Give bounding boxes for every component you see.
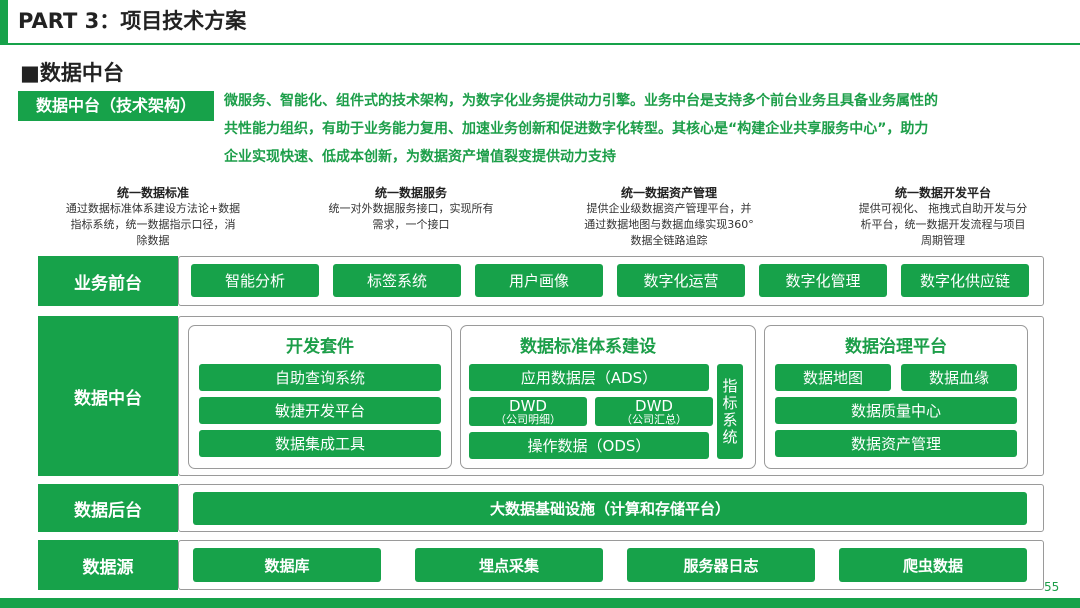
feature-text: 提供企业级数据资产管理平台，并 [586, 202, 752, 215]
standards-ods[interactable]: 操作数据（ODS） [469, 432, 709, 459]
layer-label-back: 数据后台 [38, 484, 178, 532]
front-item-user-profile[interactable]: 用户画像 [475, 264, 603, 297]
governance-data-lineage[interactable]: 数据血缘 [901, 364, 1017, 391]
page-number: 55 [1044, 580, 1060, 594]
dev-item-data-integration[interactable]: 数据集成工具 [199, 430, 441, 457]
dwd-name: DWD [509, 396, 547, 415]
front-item-digital-operation[interactable]: 数字化运营 [617, 264, 745, 297]
panel-title: 数据标准体系建设 [520, 337, 656, 357]
feature-text: 提供可视化、 拖拽式自助开发与分 [858, 202, 1028, 215]
feature-text: 统一对外数据服务接口，实现所有 [328, 202, 494, 215]
indicator-char: 标 [722, 393, 738, 412]
feature-title: 统一数据服务 [374, 186, 447, 200]
section-tag: 数据中台（技术架构） [18, 91, 214, 121]
layer-label-source: 数据源 [38, 540, 178, 590]
header-divider [0, 43, 1080, 45]
panel-data-governance: 数据治理平台 数据地图 数据血缘 数据质量中心 数据资产管理 [764, 325, 1028, 469]
layer-frame-back: 大数据基础设施（计算和存储平台） [178, 484, 1044, 532]
panel-data-standards: 数据标准体系建设 应用数据层（ADS） DWD （公司明细） DWD （公司汇总… [460, 325, 756, 469]
indicator-char: 系 [722, 410, 738, 429]
feature-text: 通过数据地图与数据血缘实现360° [584, 218, 754, 231]
feature-text: 指标系统，统一数据指示口径，消 [70, 218, 236, 231]
governance-data-map[interactable]: 数据地图 [775, 364, 891, 391]
description-line: 企业实现快速、低成本创新，为数据资产增值裂变提供动力支持 [224, 149, 616, 165]
indicator-char: 统 [722, 427, 738, 446]
description: 微服务、智能化、组件式的技术架构，为数字化业务提供动力引擎。业务中台是支持多个前… [224, 87, 1064, 171]
footer-bar [0, 598, 1080, 608]
layer-frame-middle: 开发套件 自助查询系统 敏捷开发平台 数据集成工具 数据标准体系建设 应用数据层… [178, 316, 1044, 476]
back-big-data-infrastructure[interactable]: 大数据基础设施（计算和存储平台） [193, 492, 1027, 525]
dwd-sub: （公司明细） [495, 412, 561, 426]
layer-label-middle: 数据中台 [38, 316, 178, 476]
governance-quality-center[interactable]: 数据质量中心 [775, 397, 1017, 424]
dwd-name: DWD [635, 396, 673, 415]
page-header-title: PART 3：项目技术方案 [18, 9, 247, 33]
header-accent-bar [0, 0, 8, 44]
front-item-tag-system[interactable]: 标签系统 [333, 264, 461, 297]
source-item-server-logs[interactable]: 服务器日志 [627, 548, 815, 582]
panel-title: 数据治理平台 [845, 337, 947, 357]
governance-asset-management[interactable]: 数据资产管理 [775, 430, 1017, 457]
layer-label-front: 业务前台 [38, 256, 178, 306]
front-item-smart-analysis[interactable]: 智能分析 [191, 264, 319, 297]
feature-title: 统一数据开发平台 [894, 186, 991, 200]
indicator-char: 指 [722, 376, 738, 395]
front-item-digital-management[interactable]: 数字化管理 [759, 264, 887, 297]
standards-ads[interactable]: 应用数据层（ADS） [469, 364, 709, 391]
layer-frame-source: 数据库 埋点采集 服务器日志 爬虫数据 [178, 540, 1044, 590]
description-line: 微服务、智能化、组件式的技术架构，为数字化业务提供动力引擎。业务中台是支持多个前… [224, 93, 938, 109]
feature-unified-dev-platform: 统一数据开发平台 提供可视化、 拖拽式自助开发与分 析平台，统一数据开发流程与项… [830, 185, 1056, 249]
source-item-database[interactable]: 数据库 [193, 548, 381, 582]
section-title: ■数据中台 [20, 61, 124, 85]
feature-unified-asset-management: 统一数据资产管理 提供企业级数据资产管理平台，并 通过数据地图与数据血缘实现36… [556, 185, 782, 249]
standards-dwd-summary[interactable]: DWD （公司汇总） [595, 397, 713, 426]
feature-text: 周期管理 [921, 234, 965, 247]
feature-text: 通过数据标准体系建设方法论+数据 [65, 202, 241, 215]
feature-title: 统一数据资产管理 [620, 186, 717, 200]
feature-text: 数据全链路追踪 [630, 234, 708, 247]
front-item-digital-supply-chain[interactable]: 数字化供应链 [901, 264, 1029, 297]
feature-title: 统一数据标准 [116, 186, 189, 200]
description-line: 共性能力组织，有助于业务能力复用、加速业务创新和促进数字化转型。其核心是“构建企… [224, 121, 929, 137]
source-item-event-tracking[interactable]: 埋点采集 [415, 548, 603, 582]
feature-text: 析平台，统一数据开发流程与项目 [860, 218, 1026, 231]
panel-dev-suite: 开发套件 自助查询系统 敏捷开发平台 数据集成工具 [188, 325, 452, 469]
feature-unified-standard: 统一数据标准 通过数据标准体系建设方法论+数据 指标系统，统一数据指示口径，消 … [42, 185, 264, 249]
dwd-sub: （公司汇总） [621, 412, 687, 426]
dev-item-agile-dev[interactable]: 敏捷开发平台 [199, 397, 441, 424]
feature-text: 需求，一个接口 [372, 218, 450, 231]
standards-dwd-detail[interactable]: DWD （公司明细） [469, 397, 587, 426]
feature-text: 除数据 [136, 234, 170, 247]
dev-item-self-query[interactable]: 自助查询系统 [199, 364, 441, 391]
panel-title: 开发套件 [286, 337, 354, 357]
standards-indicator-system[interactable]: 指 标 系 统 [717, 364, 743, 459]
feature-unified-service: 统一数据服务 统一对外数据服务接口，实现所有 需求，一个接口 [300, 185, 522, 233]
source-item-crawler-data[interactable]: 爬虫数据 [839, 548, 1027, 582]
layer-frame-front: 智能分析 标签系统 用户画像 数字化运营 数字化管理 数字化供应链 [178, 256, 1044, 306]
